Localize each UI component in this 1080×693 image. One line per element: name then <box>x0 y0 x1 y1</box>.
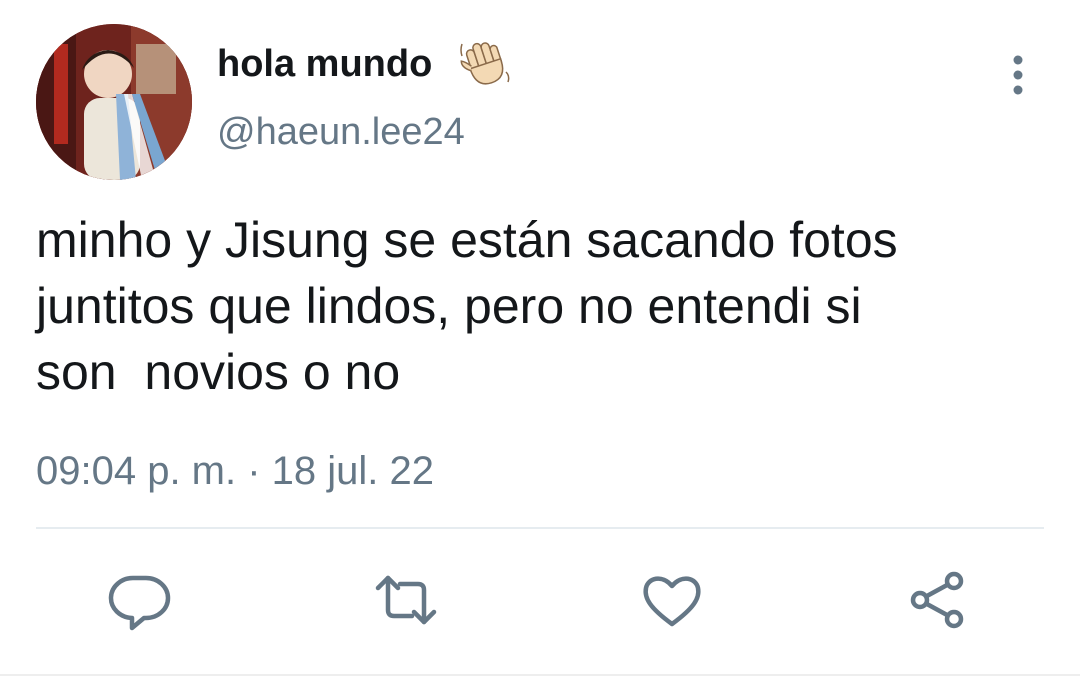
tweet-timestamp[interactable]: 09:04 p. m. · 18 jul. 22 <box>36 446 434 496</box>
share-icon <box>910 571 964 629</box>
like-button[interactable] <box>640 568 704 632</box>
tweet-card: hola mundo @haeun.lee24 minho y Jisung s… <box>0 0 1080 693</box>
share-button[interactable] <box>906 568 970 632</box>
heart-icon <box>643 576 701 627</box>
avatar[interactable] <box>36 24 192 180</box>
reply-icon <box>108 575 171 631</box>
more-vertical-icon <box>1013 55 1023 95</box>
action-bar <box>0 560 1080 640</box>
reply-button[interactable] <box>108 568 172 632</box>
more-options-button[interactable] <box>998 50 1038 100</box>
waving-hand-icon <box>458 36 512 90</box>
bottom-divider <box>0 674 1080 676</box>
tweet-text: minho y Jisung se están sacando fotos ju… <box>36 212 898 400</box>
retweet-button[interactable] <box>374 568 438 632</box>
retweet-icon <box>375 575 437 625</box>
user-handle[interactable]: @haeun.lee24 <box>217 108 465 156</box>
avatar-photo <box>36 24 192 180</box>
display-name[interactable]: hola mundo <box>217 40 432 88</box>
divider <box>36 527 1044 529</box>
